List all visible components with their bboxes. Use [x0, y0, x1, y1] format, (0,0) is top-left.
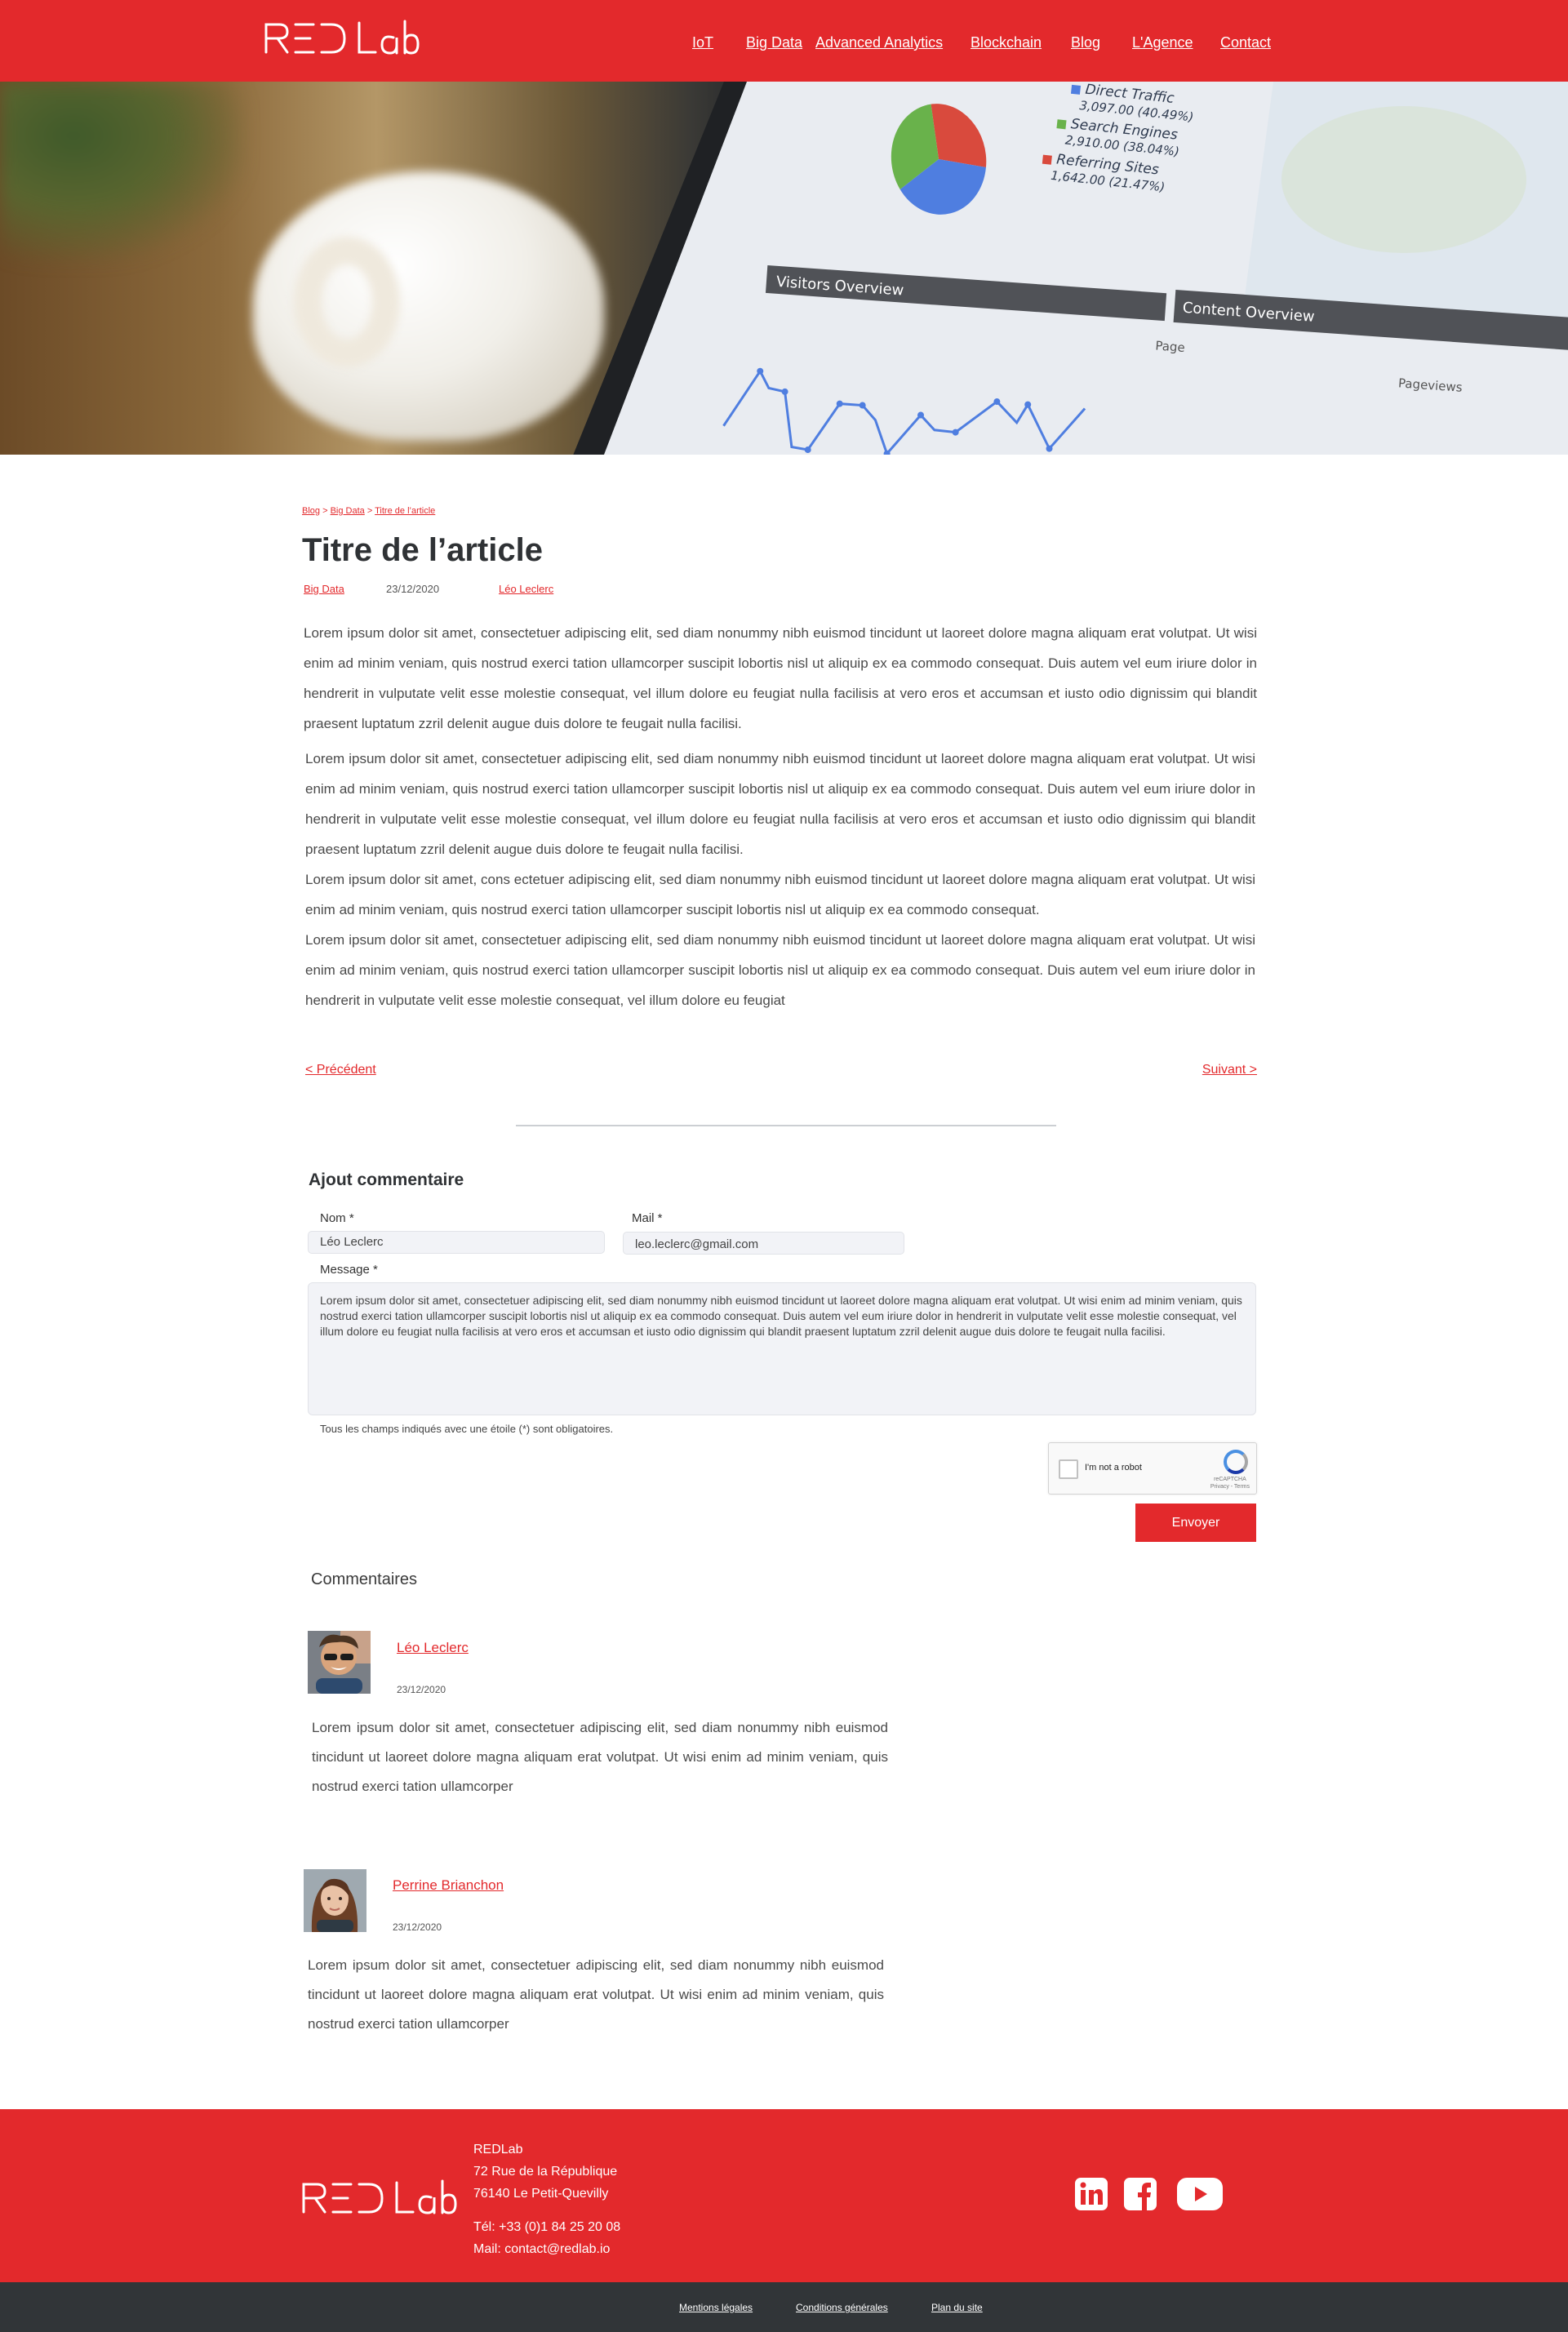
article-author-link[interactable]: Léo Leclerc — [499, 583, 553, 595]
legal-notice-link[interactable]: Mentions légales — [679, 2302, 753, 2313]
comment-form-title: Ajout commentaire — [309, 1170, 464, 1189]
comment-author-link[interactable]: Léo Leclerc — [397, 1640, 469, 1656]
recaptcha-checkbox[interactable] — [1059, 1459, 1078, 1479]
hero-banner-image: Direct Traffic 3,097.00 (40.49%) Search … — [0, 82, 1568, 455]
article-date: 23/12/2020 — [386, 583, 440, 595]
hero-dashboard-illustration: Direct Traffic 3,097.00 (40.49%) Search … — [604, 82, 1568, 455]
nav-contact[interactable]: Contact — [1220, 34, 1271, 51]
submit-comment-button[interactable]: Envoyer — [1135, 1504, 1256, 1542]
comment-date: 23/12/2020 — [393, 1921, 442, 1933]
nav-advanced-analytics[interactable]: Advanced Analytics — [815, 34, 943, 51]
comment-avatar — [304, 1869, 366, 1932]
breadcrumb-blog[interactable]: Blog — [302, 506, 320, 516]
footer-redlab-logo[interactable] — [300, 2179, 457, 2224]
site-header: IoT Big Data Advanced Analytics Blockcha… — [0, 0, 1568, 82]
message-label: Message * — [320, 1263, 378, 1277]
comments-title: Commentaires — [311, 1570, 418, 1588]
article-category-link[interactable]: Big Data — [304, 583, 344, 595]
youtube-icon[interactable] — [1177, 2178, 1223, 2214]
name-label: Nom * — [320, 1211, 354, 1225]
breadcrumb: Blog > Big Data > Titre de l’article — [302, 506, 435, 516]
nav-blockchain[interactable]: Blockchain — [971, 34, 1042, 51]
nav-iot[interactable]: IoT — [692, 34, 713, 51]
terms-link[interactable]: Conditions générales — [796, 2302, 888, 2313]
footer-company: REDLab — [473, 2143, 523, 2157]
next-article-link[interactable]: Suivant > — [1202, 1063, 1257, 1077]
footer-address: REDLab 72 Rue de la République 76140 Le … — [473, 2139, 620, 2260]
breadcrumb-sep: > — [364, 506, 375, 516]
hero-page-label: Page — [1155, 338, 1185, 354]
comment-date: 23/12/2020 — [397, 1684, 446, 1695]
footer-city: 76140 Le Petit-Quevilly — [473, 2187, 609, 2201]
article-paragraph: Lorem ipsum dolor sit amet, consectetuer… — [305, 932, 1255, 1008]
footer-phone: Tél: +33 (0)1 84 25 20 08 — [473, 2220, 621, 2234]
nav-blog[interactable]: Blog — [1071, 34, 1100, 51]
recaptcha-widget: I'm not a robot reCAPTCHA Privacy - Terms — [1048, 1442, 1257, 1495]
linkedin-icon[interactable] — [1075, 2178, 1108, 2214]
footer-mail: Mail: contact@redlab.io — [473, 2242, 611, 2256]
breadcrumb-big-data[interactable]: Big Data — [331, 506, 365, 516]
previous-article-link[interactable]: < Précédent — [305, 1063, 376, 1077]
comment-avatar — [308, 1631, 371, 1694]
breadcrumb-sep: > — [320, 506, 331, 516]
nav-agence[interactable]: L'Agence — [1132, 34, 1193, 51]
mail-input[interactable]: leo.leclerc@gmail.com — [623, 1232, 904, 1255]
redlab-logo[interactable] — [263, 20, 420, 64]
recaptcha-links[interactable]: Privacy - Terms — [1210, 1484, 1250, 1490]
comment-author-link[interactable]: Perrine Brianchon — [393, 1877, 504, 1894]
recaptcha-label: I'm not a robot — [1085, 1463, 1142, 1472]
message-textarea[interactable]: Lorem ipsum dolor sit amet, consectetuer… — [308, 1282, 1256, 1415]
footer-street: 72 Rue de la République — [473, 2165, 618, 2179]
recaptcha-brand-name: reCAPTCHA — [1214, 1477, 1246, 1482]
recaptcha-brand: reCAPTCHA Privacy - Terms — [1210, 1476, 1250, 1490]
section-divider — [516, 1125, 1056, 1126]
comment-text: Lorem ipsum dolor sit amet, consectetuer… — [312, 1720, 888, 1794]
recaptcha-icon — [1224, 1450, 1248, 1474]
footer-redlab-logo-mark — [302, 2179, 457, 2214]
article-paragraph: Lorem ipsum dolor sit amet, cons ectetue… — [305, 872, 1255, 917]
breadcrumb-current[interactable]: Titre de l’article — [375, 506, 435, 516]
woman-avatar-icon — [304, 1869, 366, 1932]
mail-label: Mail * — [632, 1211, 663, 1225]
article-paragraph: Lorem ipsum dolor sit amet, consectetuer… — [305, 751, 1255, 857]
footer-bottom-bar: Mentions légales Conditions générales Pl… — [0, 2282, 1568, 2332]
man-sunglasses-avatar-icon — [308, 1631, 371, 1694]
comment-text: Lorem ipsum dolor sit amet, consectetuer… — [308, 1957, 884, 2032]
required-fields-note: Tous les champs indiqués avec une étoile… — [320, 1423, 614, 1435]
redlab-logo-mark — [264, 20, 420, 55]
nav-big-data[interactable]: Big Data — [746, 34, 802, 51]
article-title: Titre de l’article — [302, 532, 543, 568]
facebook-icon[interactable] — [1124, 2178, 1157, 2214]
site-footer: REDLab 72 Rue de la République 76140 Le … — [0, 2109, 1568, 2282]
article-paragraph: Lorem ipsum dolor sit amet, consectetuer… — [304, 625, 1257, 731]
name-input[interactable]: Léo Leclerc — [308, 1231, 605, 1254]
sitemap-link[interactable]: Plan du site — [931, 2302, 983, 2313]
